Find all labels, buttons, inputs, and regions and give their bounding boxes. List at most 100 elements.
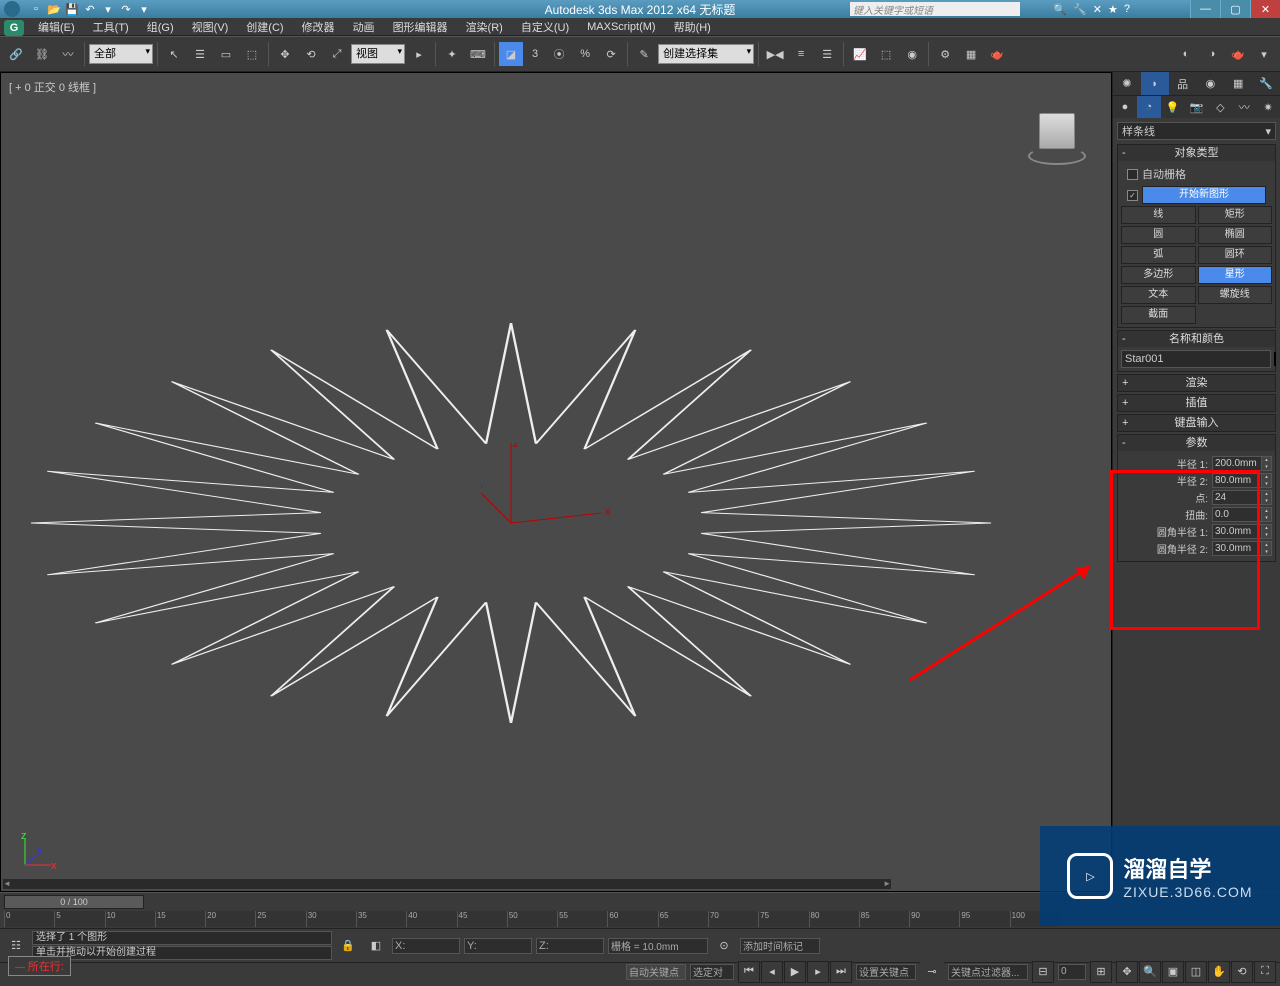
time-ruler[interactable]: 0510152025303540455055606570758085909510… <box>4 911 1060 927</box>
named-selset-dropdown[interactable]: 创建选择集 <box>658 44 754 64</box>
manipulate-icon[interactable]: ✦ <box>440 42 464 66</box>
menu-help[interactable]: 帮助(H) <box>666 18 719 36</box>
named-sel-icon[interactable]: ✎ <box>632 42 656 66</box>
time-slider[interactable]: 0 / 100 <box>4 895 144 909</box>
schematic-icon[interactable]: ⬚ <box>874 42 898 66</box>
snap-toggle-icon[interactable]: ◪ <box>499 42 523 66</box>
object-color-swatch[interactable] <box>1274 352 1276 366</box>
frame-field[interactable]: 0 <box>1058 964 1086 980</box>
select-icon[interactable]: ↖ <box>162 42 186 66</box>
btn-text[interactable]: 文本 <box>1121 286 1196 304</box>
exchange-icon[interactable]: ✕ <box>1093 3 1102 16</box>
rendered-frame-icon[interactable]: ▦ <box>959 42 983 66</box>
menu-edit[interactable]: 编辑(E) <box>30 18 83 36</box>
refcoord-dropdown[interactable]: 视图 <box>351 44 405 64</box>
tab-modify[interactable]: ◗ <box>1141 72 1169 95</box>
teapot2-icon[interactable]: ◑ <box>1200 42 1224 66</box>
menu-group[interactable]: 组(G) <box>139 18 182 36</box>
minimize-button[interactable]: — <box>1190 0 1220 18</box>
unlink-icon[interactable]: ⛓ <box>30 42 54 66</box>
subtab-helpers[interactable]: ◇ <box>1208 96 1232 118</box>
radius1-spinner[interactable]: ▴▾ <box>1212 456 1272 471</box>
mirror-icon[interactable]: ▶◀ <box>763 42 787 66</box>
btn-donut[interactable]: 圆环 <box>1198 246 1273 264</box>
render-setup-icon[interactable]: ⚙ <box>933 42 957 66</box>
goto-start-icon[interactable]: ⏮ <box>738 961 760 983</box>
nav-zoom-icon[interactable]: 🔍 <box>1139 961 1161 983</box>
coord-x[interactable]: X: <box>392 938 460 954</box>
btn-helix[interactable]: 螺旋线 <box>1198 286 1273 304</box>
tab-utilities[interactable]: 🔧 <box>1252 72 1280 95</box>
nav-pan-icon[interactable]: ✥ <box>1116 961 1138 983</box>
redo-drop-icon[interactable]: ▾ <box>136 2 152 16</box>
auto-grid-checkbox[interactable] <box>1127 169 1138 180</box>
add-time-tag[interactable]: 添加时间标记 <box>740 938 820 954</box>
help-search-input[interactable]: 键入关键字或短语 <box>850 2 1020 16</box>
tab-hierarchy[interactable]: 品 <box>1169 72 1197 95</box>
signin-icon[interactable]: 🔧 <box>1073 3 1087 16</box>
window-crossing-icon[interactable]: ⬚ <box>240 42 264 66</box>
maxscript-listener-icon[interactable]: ☷ <box>4 934 28 958</box>
points-spinner[interactable]: ▴▾ <box>1212 490 1272 505</box>
coord-z[interactable]: Z: <box>536 938 604 954</box>
subtab-shapes[interactable]: ◔ <box>1137 96 1161 118</box>
select-region-icon[interactable]: ▭ <box>214 42 238 66</box>
btn-circle[interactable]: 圆 <box>1121 226 1196 244</box>
keyboard-icon[interactable]: ⌨ <box>466 42 490 66</box>
tab-display[interactable]: ▦ <box>1224 72 1252 95</box>
time-config-icon[interactable]: ⊞ <box>1090 961 1112 983</box>
selected-toggle[interactable]: 选定对 <box>690 964 734 980</box>
play-icon[interactable]: ▶ <box>784 961 806 983</box>
help-icon[interactable]: ? <box>1124 3 1130 16</box>
search-icon[interactable]: 🔍 <box>1053 3 1067 16</box>
close-button[interactable]: ✕ <box>1250 0 1280 18</box>
layer-icon[interactable]: ☰ <box>815 42 839 66</box>
favorite-icon[interactable]: ★ <box>1108 3 1118 16</box>
render-icon[interactable]: 🫖 <box>985 42 1009 66</box>
isolate-icon[interactable]: ◧ <box>364 934 388 958</box>
btn-ellipse[interactable]: 椭圆 <box>1198 226 1273 244</box>
key-icon[interactable]: ⊸ <box>920 960 944 984</box>
rotate-icon[interactable]: ⟲ <box>299 42 323 66</box>
fillet1-spinner[interactable]: ▴▾ <box>1212 524 1272 539</box>
bind-icon[interactable]: 〰 <box>56 42 80 66</box>
category-dropdown[interactable]: 样条线▾ <box>1117 122 1276 140</box>
start-new-checkbox[interactable]: ✓ <box>1127 190 1138 201</box>
save-icon[interactable]: 💾 <box>64 2 80 16</box>
prev-frame-icon[interactable]: ◂ <box>761 961 783 983</box>
viewport-scrollbar[interactable] <box>3 879 891 889</box>
btn-line[interactable]: 线 <box>1121 206 1196 224</box>
subtab-lights[interactable]: 💡 <box>1161 96 1185 118</box>
rollout-header-name[interactable]: -名称和颜色 <box>1118 331 1275 347</box>
nav-fov-icon[interactable]: ◫ <box>1185 961 1207 983</box>
menu-animation[interactable]: 动画 <box>345 18 383 36</box>
material-editor-icon[interactable]: ◉ <box>900 42 924 66</box>
tab-create[interactable]: ✺ <box>1113 72 1141 95</box>
open-icon[interactable]: 📂 <box>46 2 62 16</box>
radius2-spinner[interactable]: ▴▾ <box>1212 473 1272 488</box>
menu-custom[interactable]: 自定义(U) <box>513 18 577 36</box>
key-mode-icon[interactable]: ⊟ <box>1032 961 1054 983</box>
undo-drop-icon[interactable]: ▾ <box>100 2 116 16</box>
viewport[interactable]: [ + 0 正交 0 线框 ] x y z x z y <box>0 72 1112 892</box>
teapot-drop-icon[interactable]: ▾ <box>1252 42 1276 66</box>
rollout-header-render[interactable]: +渲染 <box>1118 375 1275 391</box>
app-menu-button[interactable]: G <box>4 20 24 36</box>
move-icon[interactable]: ✥ <box>273 42 297 66</box>
undo-icon[interactable]: ↶ <box>82 2 98 16</box>
rollout-header-interp[interactable]: +插值 <box>1118 395 1275 411</box>
btn-ngon[interactable]: 多边形 <box>1121 266 1196 284</box>
subtab-geom[interactable]: ● <box>1113 96 1137 118</box>
tab-motion[interactable]: ◉ <box>1196 72 1224 95</box>
time-tag-icon[interactable]: ⊙ <box>712 934 736 958</box>
start-new-shape-button[interactable]: 开始新图形 <box>1142 186 1266 204</box>
btn-rectangle[interactable]: 矩形 <box>1198 206 1273 224</box>
teapot1-icon[interactable]: ◐ <box>1174 42 1198 66</box>
maximize-button[interactable]: ▢ <box>1220 0 1250 18</box>
coord-y[interactable]: Y: <box>464 938 532 954</box>
menu-modifiers[interactable]: 修改器 <box>294 18 343 36</box>
percent-snap-icon[interactable]: % <box>573 42 597 66</box>
angle-snap-icon[interactable]: ⦿ <box>547 42 571 66</box>
nav-orbit-icon[interactable]: ⟲ <box>1231 961 1253 983</box>
rollout-header-objtype[interactable]: -对象类型 <box>1118 145 1275 161</box>
